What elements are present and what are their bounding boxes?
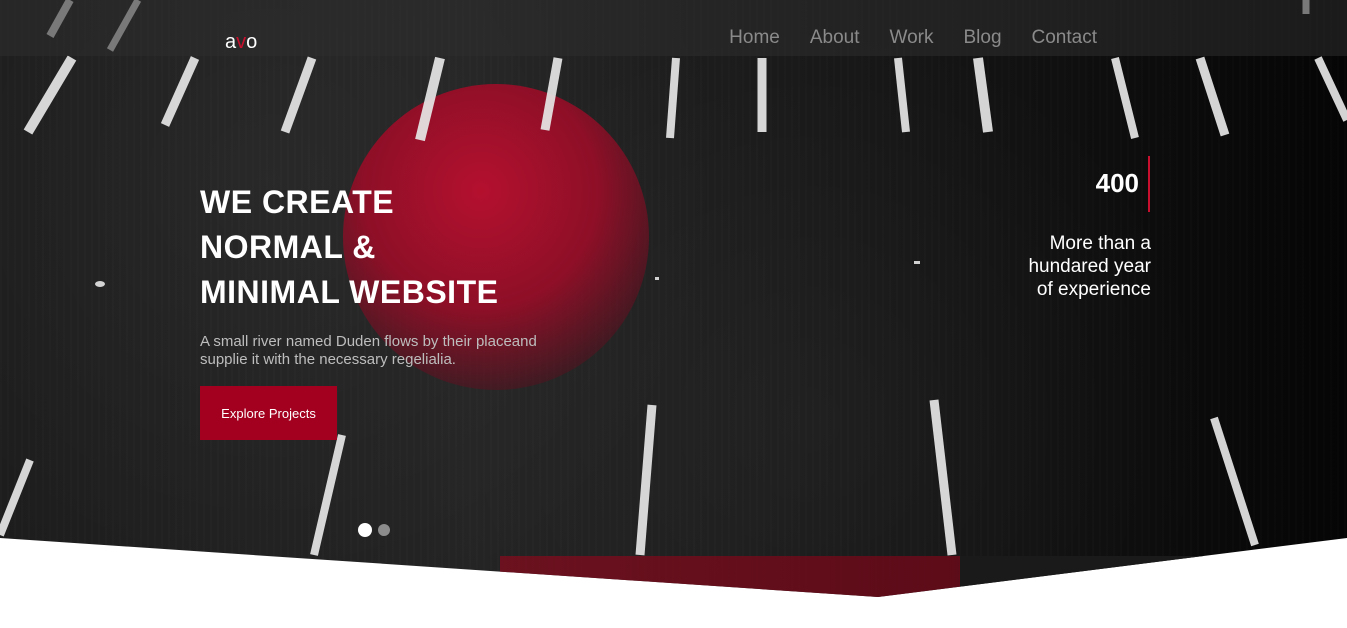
nav-link-blog[interactable]: Blog	[963, 27, 1001, 49]
stat-number: 400	[1095, 168, 1139, 198]
logo-text-end: o	[246, 31, 258, 53]
nav-link-home[interactable]: Home	[729, 27, 780, 49]
stat-label: More than a hundared year of experience	[1028, 233, 1151, 300]
slider-dots	[358, 523, 390, 537]
main-nav: Home About Work Blog Contact	[729, 27, 1097, 49]
page: avo Home About Work Blog Contact WE CREA…	[0, 0, 1347, 628]
logo-text-start: a	[225, 31, 237, 53]
headline-line-2: NORMAL &	[200, 229, 376, 265]
nav-link-contact[interactable]: Contact	[1032, 27, 1097, 49]
stat-accent-bar	[1148, 156, 1150, 212]
headline-line-3: MINIMAL WEBSITE	[200, 274, 499, 310]
nav-link-about[interactable]: About	[810, 27, 860, 49]
explore-projects-button[interactable]: Explore Projects	[200, 386, 337, 440]
logo-text-accent: v	[236, 31, 247, 53]
headline-line-1: WE CREATE	[200, 184, 395, 220]
slider-dot-1[interactable]	[358, 523, 372, 537]
slider-dot-2[interactable]	[378, 524, 390, 536]
top-navbar: avo Home About Work Blog Contact	[0, 0, 1347, 56]
site-logo[interactable]: avo	[225, 31, 257, 54]
dark-band-decoration	[960, 556, 1347, 597]
nav-link-work[interactable]: Work	[890, 27, 934, 49]
red-band-decoration	[500, 556, 960, 597]
hero-subtext: A small river named Duden flows by their…	[200, 333, 537, 368]
hero-headline: WE CREATE NORMAL & MINIMAL WEBSITE	[200, 180, 580, 315]
